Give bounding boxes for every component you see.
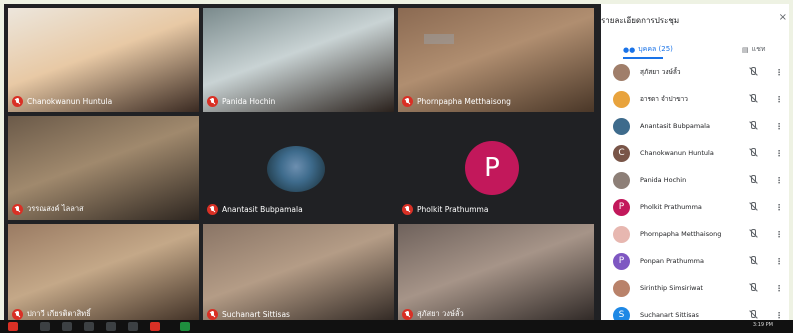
participant-name: Anantasit Bubpamala — [222, 205, 303, 214]
app-icon[interactable] — [40, 322, 50, 331]
meeting-window: Chanokwanun Huntula Panida Hochin Phornp… — [4, 4, 789, 329]
active-tab-indicator — [623, 57, 663, 59]
mic-off-icon — [12, 308, 23, 320]
avatar — [613, 171, 630, 189]
participant-name: Panida Hochin — [222, 97, 276, 106]
participant-row[interactable]: สุภัสยา วงษ์ลั้ว ⋮ — [613, 61, 783, 83]
participant-tile[interactable]: Panida Hochin — [203, 8, 394, 112]
participant-tile[interactable]: ปกาวี เกียรติตาสิทธิ์ — [8, 224, 199, 325]
app-icon[interactable] — [84, 322, 94, 331]
mic-off-icon — [748, 148, 757, 158]
app-icon[interactable] — [106, 322, 116, 331]
mic-off-icon — [748, 283, 757, 293]
avatar — [613, 279, 630, 297]
participant-name: Pholkit Prathumma — [417, 205, 489, 214]
more-options-icon[interactable]: ⋮ — [775, 257, 783, 266]
mic-off-icon — [748, 256, 757, 266]
participant-row[interactable]: P Ponpan Prathumma ⋮ — [613, 250, 783, 272]
tab-people-label: บุคคล (25) — [638, 45, 673, 53]
participant-row[interactable]: Panida Hochin ⋮ — [613, 169, 783, 191]
participant-name: Anantasit Bubpamala — [640, 122, 710, 130]
more-options-icon[interactable]: ⋮ — [775, 68, 783, 77]
participant-tile[interactable]: Phornpapha Metthaisong — [398, 8, 594, 112]
participant-row[interactable]: อารดา จำปาขาว ⋮ — [613, 88, 783, 110]
participant-row[interactable]: Anantasit Bubpamala ⋮ — [613, 115, 783, 137]
participant-name: Pholkit Prathumma — [640, 203, 702, 211]
mic-off-icon — [748, 310, 757, 320]
participant-row[interactable]: Sirinthip Simsiriwat ⋮ — [613, 277, 783, 299]
participant-name: ปกาวี เกียรติตาสิทธิ์ — [27, 309, 91, 318]
close-icon[interactable]: × — [779, 12, 787, 23]
participant-name: Suchanart Sittisas — [222, 310, 290, 319]
avatar: P — [613, 252, 630, 270]
participant-row[interactable]: P Pholkit Prathumma ⋮ — [613, 196, 783, 218]
participant-tile[interactable]: สุภัสยา วงษ์ลั้ว — [398, 224, 594, 325]
avatar: P — [613, 198, 630, 216]
participant-name: Chanokwanun Huntula — [27, 97, 113, 106]
participant-name: Chanokwanun Huntula — [640, 149, 714, 157]
avatar — [267, 146, 325, 192]
more-options-icon[interactable]: ⋮ — [775, 311, 783, 320]
participant-tile[interactable]: Chanokwanun Huntula — [8, 8, 199, 112]
mic-off-icon — [402, 96, 413, 107]
more-options-icon[interactable]: ⋮ — [775, 149, 783, 158]
participant-name: อารดา จำปาขาว — [640, 95, 688, 103]
more-options-icon[interactable]: ⋮ — [775, 230, 783, 239]
participant-tile[interactable]: P Pholkit Prathumma — [398, 116, 594, 220]
avatar: P — [465, 141, 519, 195]
tab-people[interactable]: ●● บุคคล (25) — [623, 44, 673, 55]
participant-name: Sirinthip Simsiriwat — [640, 284, 703, 292]
clock: 3:19 PM — [752, 322, 773, 328]
participant-name: Suchanart Sittisas — [640, 311, 699, 319]
mic-off-icon — [748, 121, 757, 131]
participant-tile[interactable]: วรรณสงค์ ไลลาส — [8, 116, 199, 220]
mic-off-icon — [12, 203, 23, 215]
participant-tile[interactable]: Anantasit Bubpamala — [203, 116, 394, 220]
mic-off-icon — [12, 96, 23, 107]
more-options-icon[interactable]: ⋮ — [775, 122, 783, 131]
browser-icon[interactable] — [150, 322, 160, 331]
participant-name: Panida Hochin — [640, 176, 687, 184]
panel-title: รายละเอียดการประชุม — [601, 16, 680, 25]
participant-tile[interactable]: Suchanart Sittisas — [203, 224, 394, 325]
tab-chat[interactable]: ▤ แชท — [742, 44, 766, 55]
app-icon[interactable] — [180, 322, 190, 331]
mic-off-icon — [207, 309, 218, 320]
avatar — [613, 90, 630, 108]
start-icon[interactable] — [8, 322, 18, 331]
app-icon[interactable] — [62, 322, 72, 331]
more-options-icon[interactable]: ⋮ — [775, 176, 783, 185]
participant-name: Ponpan Prathumma — [640, 257, 704, 265]
tab-chat-label: แชท — [751, 45, 766, 53]
app-icon[interactable] — [128, 322, 138, 331]
more-options-icon[interactable]: ⋮ — [775, 95, 783, 104]
mic-off-icon — [207, 96, 218, 107]
avatar — [613, 63, 630, 81]
mic-off-icon — [748, 67, 757, 77]
participant-row[interactable]: Phornpapha Metthaisong ⋮ — [613, 223, 783, 245]
avatar — [613, 117, 630, 135]
mic-off-icon — [402, 204, 413, 215]
mic-off-icon — [402, 308, 413, 320]
mic-off-icon — [207, 204, 218, 215]
mic-off-icon — [748, 229, 757, 239]
avatar — [613, 225, 630, 243]
people-icon: ●● — [623, 45, 636, 54]
mic-off-icon — [748, 94, 757, 104]
mic-off-icon — [748, 202, 757, 212]
chat-icon: ▤ — [742, 45, 749, 54]
participant-name: วรรณสงค์ ไลลาส — [27, 204, 84, 213]
taskbar: 3:19 PM — [0, 320, 793, 333]
meeting-details-panel: รายละเอียดการประชุม × ●● บุคคล (25) ▤ แช… — [601, 4, 789, 329]
participant-name: สุภัสยา วงษ์ลั้ว — [640, 68, 681, 76]
screen-artifact — [424, 34, 454, 44]
participant-name: สุภัสยา วงษ์ลั้ว — [417, 309, 464, 318]
participant-name: Phornpapha Metthaisong — [640, 230, 722, 238]
avatar: C — [613, 144, 630, 162]
more-options-icon[interactable]: ⋮ — [775, 284, 783, 293]
participant-row[interactable]: C Chanokwanun Huntula ⋮ — [613, 142, 783, 164]
participant-name: Phornpapha Metthaisong — [417, 97, 511, 106]
mic-off-icon — [748, 175, 757, 185]
more-options-icon[interactable]: ⋮ — [775, 203, 783, 212]
